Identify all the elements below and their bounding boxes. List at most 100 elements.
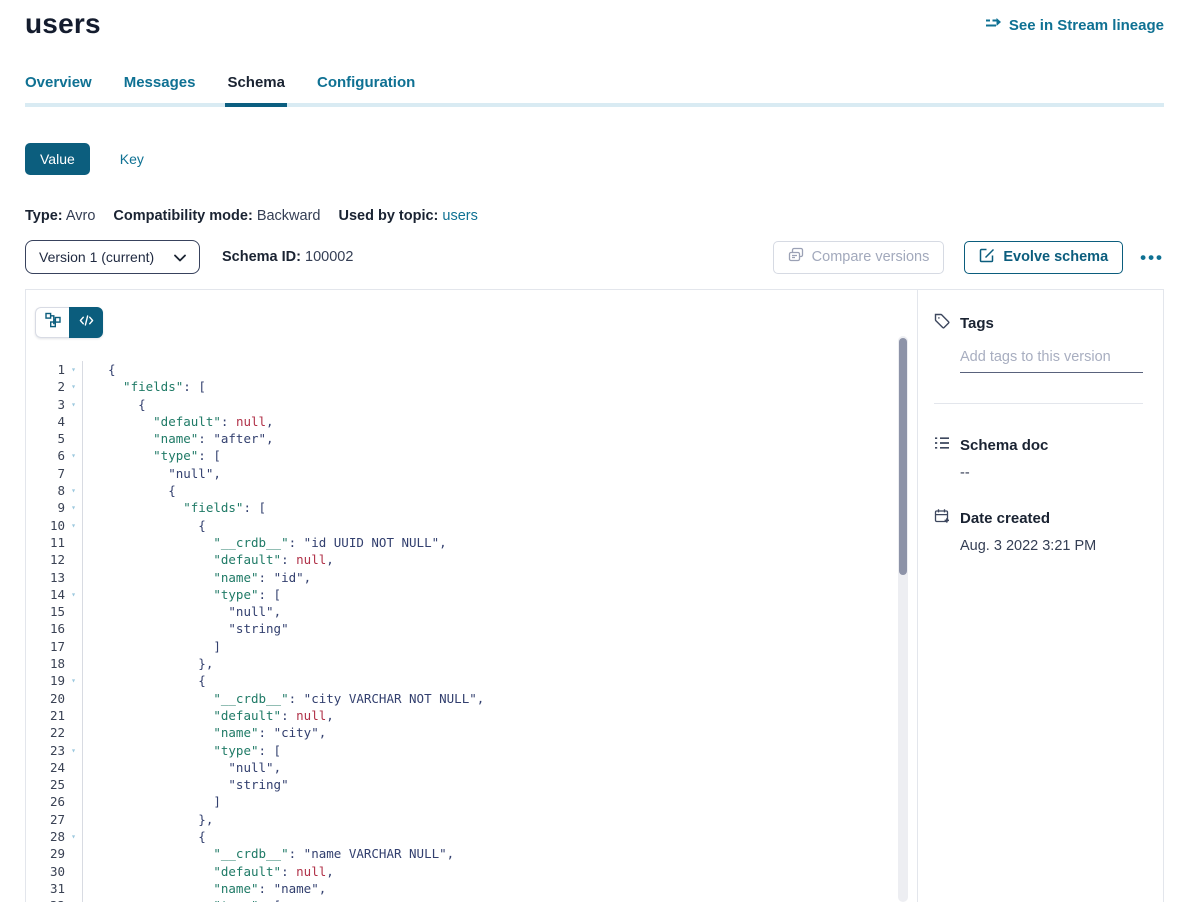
page-header: users See in Stream lineage <box>25 0 1164 40</box>
code-text: { <box>82 672 917 689</box>
fold-spacer <box>65 793 82 810</box>
fold-spacer <box>65 534 82 551</box>
value-toggle-button[interactable]: Value <box>25 143 90 175</box>
tab-bar: Overview Messages Schema Configuration <box>25 74 1164 107</box>
code-line: 16"string" <box>35 620 917 637</box>
line-number: 30 <box>35 863 65 880</box>
see-in-stream-lineage-link[interactable]: See in Stream lineage <box>985 16 1164 34</box>
line-number: 21 <box>35 707 65 724</box>
line-number: 20 <box>35 690 65 707</box>
version-select[interactable]: Version 1 (current) <box>25 240 200 274</box>
tab-configuration[interactable]: Configuration <box>317 74 415 103</box>
tags-title: Tags <box>960 315 994 332</box>
fold-toggle-icon[interactable]: ▾ <box>65 672 82 689</box>
code-line: 7"null", <box>35 465 917 482</box>
tab-messages[interactable]: Messages <box>124 74 196 103</box>
fold-toggle-icon[interactable]: ▾ <box>65 361 82 378</box>
code-scrollbar-thumb[interactable] <box>899 338 907 575</box>
fold-spacer <box>65 551 82 568</box>
schema-doc-title: Schema doc <box>960 437 1048 454</box>
fold-toggle-icon[interactable]: ▾ <box>65 447 82 464</box>
code-line: 21"default": null, <box>35 707 917 724</box>
line-number: 32 <box>35 897 65 902</box>
date-created-section: Date created Aug. 3 2022 3:21 PM <box>934 508 1143 554</box>
line-number: 16 <box>35 620 65 637</box>
fold-spacer <box>65 880 82 897</box>
line-number: 17 <box>35 638 65 655</box>
code-text: "__crdb__": "name VARCHAR NULL", <box>82 845 917 862</box>
tree-view-button[interactable] <box>35 307 69 338</box>
fold-toggle-icon[interactable]: ▾ <box>65 586 82 603</box>
line-number: 26 <box>35 793 65 810</box>
date-created-title: Date created <box>960 510 1050 527</box>
code-text: "type": [ <box>82 586 917 603</box>
code-line: 19▾{ <box>35 672 917 689</box>
code-line: 20 "__crdb__": "city VARCHAR NOT NULL", <box>35 690 917 707</box>
code-text: "name": "after", <box>82 430 917 447</box>
code-text: "__crdb__": "city VARCHAR NOT NULL", <box>82 690 917 707</box>
fold-spacer <box>65 863 82 880</box>
list-icon <box>934 435 950 455</box>
code-text: { <box>82 482 917 499</box>
fold-toggle-icon[interactable]: ▾ <box>65 897 82 902</box>
code-text: "null", <box>82 759 917 776</box>
schema-doc-section: Schema doc -- <box>934 435 1143 481</box>
code-view-button[interactable] <box>69 307 103 338</box>
evolve-schema-button[interactable]: Evolve schema <box>964 241 1123 274</box>
line-number: 7 <box>35 465 65 482</box>
code-text: { <box>82 517 917 534</box>
tag-icon <box>934 313 950 333</box>
schema-code-pane: 1▾{2▾"fields": [3▾{4"default": null,5"na… <box>26 290 917 902</box>
code-scrollbar-track[interactable] <box>898 336 908 902</box>
code-text: "__crdb__": "id UUID NOT NULL", <box>82 534 917 551</box>
line-number: 8 <box>35 482 65 499</box>
fold-spacer <box>65 811 82 828</box>
compare-versions-button[interactable]: Compare versions <box>773 241 945 274</box>
code-text: ] <box>82 638 917 655</box>
fold-spacer <box>65 724 82 741</box>
fold-spacer <box>65 638 82 655</box>
code-line: 3▾{ <box>35 396 917 413</box>
fold-toggle-icon[interactable]: ▾ <box>65 499 82 516</box>
line-number: 23 <box>35 742 65 759</box>
code-line: 6▾"type": [ <box>35 447 917 464</box>
line-number: 4 <box>35 413 65 430</box>
code-line: 14▾"type": [ <box>35 586 917 603</box>
line-number: 3 <box>35 396 65 413</box>
schema-toolbar: Version 1 (current) Schema ID: 100002 Co… <box>25 240 1164 274</box>
code-text: }, <box>82 655 917 672</box>
tags-section: Tags <box>934 313 1143 404</box>
editor-view-toggle <box>35 307 103 338</box>
compare-versions-label: Compare versions <box>812 249 930 265</box>
edit-schema-icon <box>979 247 995 267</box>
fold-toggle-icon[interactable]: ▾ <box>65 517 82 534</box>
compatibility-label: Compatibility mode: <box>113 208 252 224</box>
schema-type: Type: Avro <box>25 208 95 224</box>
line-number: 19 <box>35 672 65 689</box>
schema-id: Schema ID: 100002 <box>222 249 353 265</box>
fold-toggle-icon[interactable]: ▾ <box>65 482 82 499</box>
fold-toggle-icon[interactable]: ▾ <box>65 742 82 759</box>
code-text: "name": "name", <box>82 880 917 897</box>
tab-underline-track <box>25 103 1164 107</box>
stream-lineage-icon <box>985 16 1002 34</box>
fold-toggle-icon[interactable]: ▾ <box>65 378 82 395</box>
code-line: 12"default": null, <box>35 551 917 568</box>
key-toggle-link[interactable]: Key <box>120 151 144 167</box>
date-created-value: Aug. 3 2022 3:21 PM <box>960 538 1143 554</box>
code-line: 17] <box>35 638 917 655</box>
tab-overview[interactable]: Overview <box>25 74 92 103</box>
more-actions-button[interactable]: ••• <box>1140 249 1164 266</box>
fold-toggle-icon[interactable]: ▾ <box>65 396 82 413</box>
add-tags-input[interactable] <box>960 347 1143 373</box>
fold-toggle-icon[interactable]: ▾ <box>65 828 82 845</box>
topic-link[interactable]: users <box>442 208 477 224</box>
code-line: 15"null", <box>35 603 917 620</box>
line-number: 22 <box>35 724 65 741</box>
line-number: 9 <box>35 499 65 516</box>
fold-spacer <box>65 413 82 430</box>
schema-meta-row: Type: Avro Compatibility mode: Backward … <box>25 208 1164 224</box>
value-key-toggle: Value Key <box>25 143 1164 175</box>
code-line: 32▾"type": [ <box>35 897 917 902</box>
tab-schema[interactable]: Schema <box>227 74 285 103</box>
